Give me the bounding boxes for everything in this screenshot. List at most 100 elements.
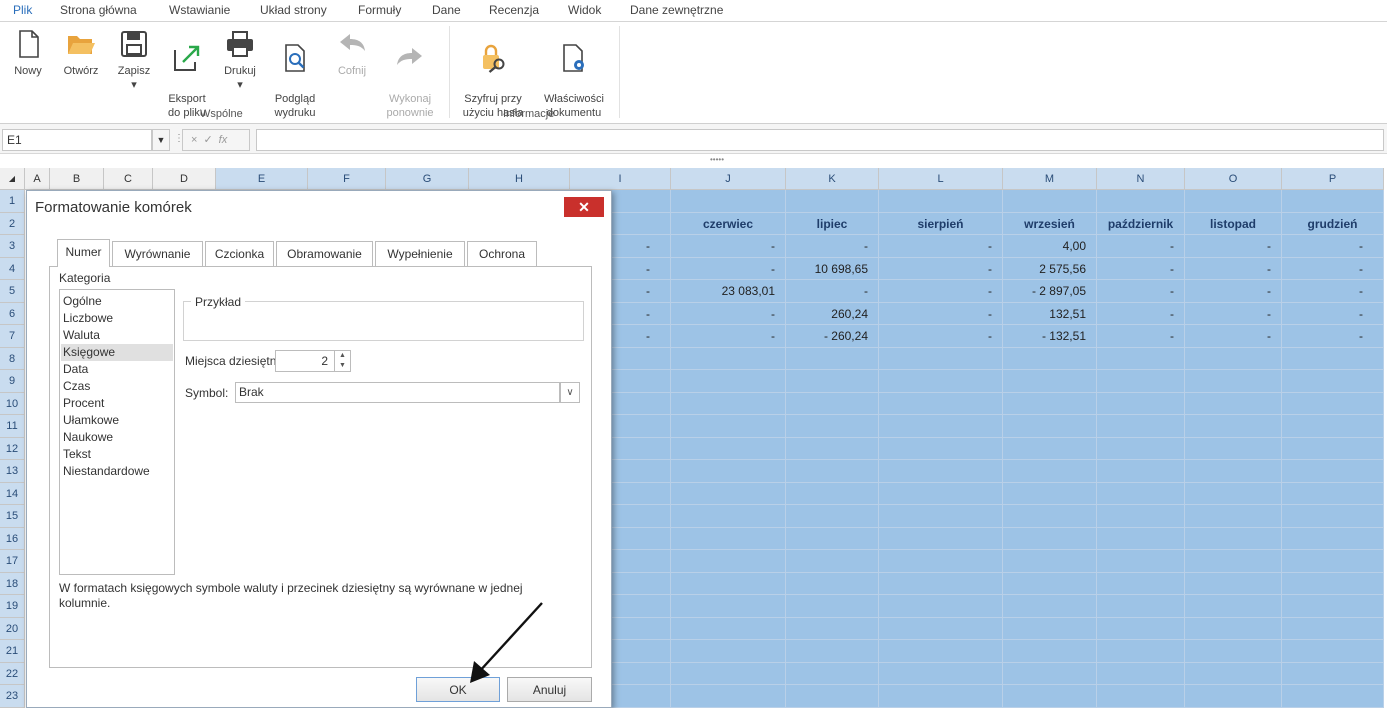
category-item[interactable]: Ogólne: [63, 293, 102, 310]
cell[interactable]: 10 698,65: [786, 257, 879, 280]
column-header-j[interactable]: J: [671, 168, 786, 190]
row-header-6[interactable]: 6: [0, 302, 25, 325]
print-button[interactable]: Drukuj ▾: [218, 22, 262, 102]
row-header-3[interactable]: 3: [0, 235, 25, 258]
cell[interactable]: [879, 437, 1003, 460]
cell[interactable]: [1003, 685, 1097, 708]
category-item[interactable]: Tekst: [63, 446, 91, 463]
cell[interactable]: [786, 617, 879, 640]
cell[interactable]: [879, 415, 1003, 438]
cell[interactable]: [671, 550, 786, 573]
cell[interactable]: [1185, 460, 1282, 483]
cell[interactable]: [671, 347, 786, 370]
cell[interactable]: [1185, 640, 1282, 663]
cell[interactable]: [1003, 505, 1097, 528]
cell[interactable]: [786, 685, 879, 708]
row-header-1[interactable]: 1: [0, 190, 25, 213]
cell[interactable]: [879, 685, 1003, 708]
cell[interactable]: [1282, 662, 1384, 685]
cell[interactable]: [1282, 482, 1384, 505]
row-header-22[interactable]: 22: [0, 662, 25, 685]
cell[interactable]: [671, 505, 786, 528]
cell[interactable]: [786, 437, 879, 460]
column-header-f[interactable]: F: [308, 168, 386, 190]
menu-tab-formuly[interactable]: Formuły: [358, 3, 401, 17]
cell[interactable]: [879, 392, 1003, 415]
cell[interactable]: [879, 617, 1003, 640]
cancel-formula-icon[interactable]: ×: [191, 134, 203, 146]
row-header-21[interactable]: 21: [0, 640, 25, 663]
cell[interactable]: [1097, 527, 1185, 550]
cell[interactable]: [1282, 685, 1384, 708]
cell[interactable]: [879, 662, 1003, 685]
column-header-b[interactable]: B: [50, 168, 104, 190]
cell[interactable]: [1185, 550, 1282, 573]
cell[interactable]: [671, 595, 786, 618]
cell[interactable]: -: [1282, 280, 1384, 303]
cell[interactable]: [1097, 347, 1185, 370]
cell[interactable]: [1185, 685, 1282, 708]
cell[interactable]: [786, 370, 879, 393]
row-header-8[interactable]: 8: [0, 347, 25, 370]
cell[interactable]: [1097, 685, 1185, 708]
tab-czcionka[interactable]: Czcionka: [205, 241, 274, 266]
cell[interactable]: [1185, 505, 1282, 528]
cell[interactable]: [879, 527, 1003, 550]
column-header-g[interactable]: G: [386, 168, 469, 190]
cell[interactable]: [1282, 347, 1384, 370]
cell[interactable]: [1282, 460, 1384, 483]
cell[interactable]: [1003, 527, 1097, 550]
cell[interactable]: -: [1282, 325, 1384, 348]
column-header-d[interactable]: D: [153, 168, 216, 190]
cell[interactable]: [1003, 572, 1097, 595]
month-header-cell[interactable]: listopad: [1185, 212, 1282, 235]
chevron-down-icon[interactable]: ∨: [560, 382, 580, 403]
menu-tab-widok[interactable]: Widok: [568, 3, 601, 17]
cell[interactable]: [1097, 572, 1185, 595]
cell[interactable]: [671, 482, 786, 505]
cell[interactable]: [1185, 437, 1282, 460]
cell[interactable]: [1003, 482, 1097, 505]
cell[interactable]: [1282, 437, 1384, 460]
cell[interactable]: [1185, 662, 1282, 685]
cell[interactable]: [1097, 392, 1185, 415]
cell[interactable]: [879, 482, 1003, 505]
cell[interactable]: [1185, 392, 1282, 415]
new-button[interactable]: Nowy: [8, 22, 48, 102]
cell[interactable]: -: [879, 325, 1003, 348]
formula-input[interactable]: [256, 129, 1384, 151]
cell[interactable]: [671, 640, 786, 663]
cell[interactable]: [879, 190, 1003, 213]
row-header-10[interactable]: 10: [0, 392, 25, 415]
cell[interactable]: -: [1282, 235, 1384, 258]
cell[interactable]: [1185, 370, 1282, 393]
cell[interactable]: [1097, 460, 1185, 483]
cell[interactable]: [879, 370, 1003, 393]
undo-button[interactable]: Cofnij: [330, 22, 374, 102]
cell[interactable]: [1282, 640, 1384, 663]
select-all-corner[interactable]: ◢: [0, 168, 25, 190]
cell[interactable]: [1003, 392, 1097, 415]
month-header-cell[interactable]: lipiec: [786, 212, 879, 235]
cell[interactable]: [1097, 370, 1185, 393]
cell[interactable]: [786, 392, 879, 415]
encrypt-button[interactable]: Szyfruj przy użyciu hasła: [455, 22, 531, 119]
document-properties-button[interactable]: Właściwości dokumentu: [537, 22, 611, 119]
category-item[interactable]: Niestandardowe: [63, 463, 150, 480]
cell[interactable]: -: [879, 302, 1003, 325]
tab-numer[interactable]: Numer: [57, 239, 110, 267]
cell[interactable]: [1282, 370, 1384, 393]
category-item[interactable]: Ułamkowe: [63, 412, 119, 429]
cell[interactable]: [1185, 572, 1282, 595]
cell[interactable]: [1097, 640, 1185, 663]
tab-wypelnienie[interactable]: Wypełnienie: [375, 241, 465, 266]
cell[interactable]: -: [671, 235, 786, 258]
cell[interactable]: - 132,51: [1003, 325, 1097, 348]
column-header-i[interactable]: I: [570, 168, 671, 190]
month-header-cell[interactable]: wrzesień: [1003, 212, 1097, 235]
menu-tab-uklad-strony[interactable]: Układ strony: [260, 3, 327, 17]
cell[interactable]: [786, 460, 879, 483]
cell[interactable]: [879, 505, 1003, 528]
category-item[interactable]: Księgowe: [61, 344, 173, 361]
cell[interactable]: [786, 415, 879, 438]
